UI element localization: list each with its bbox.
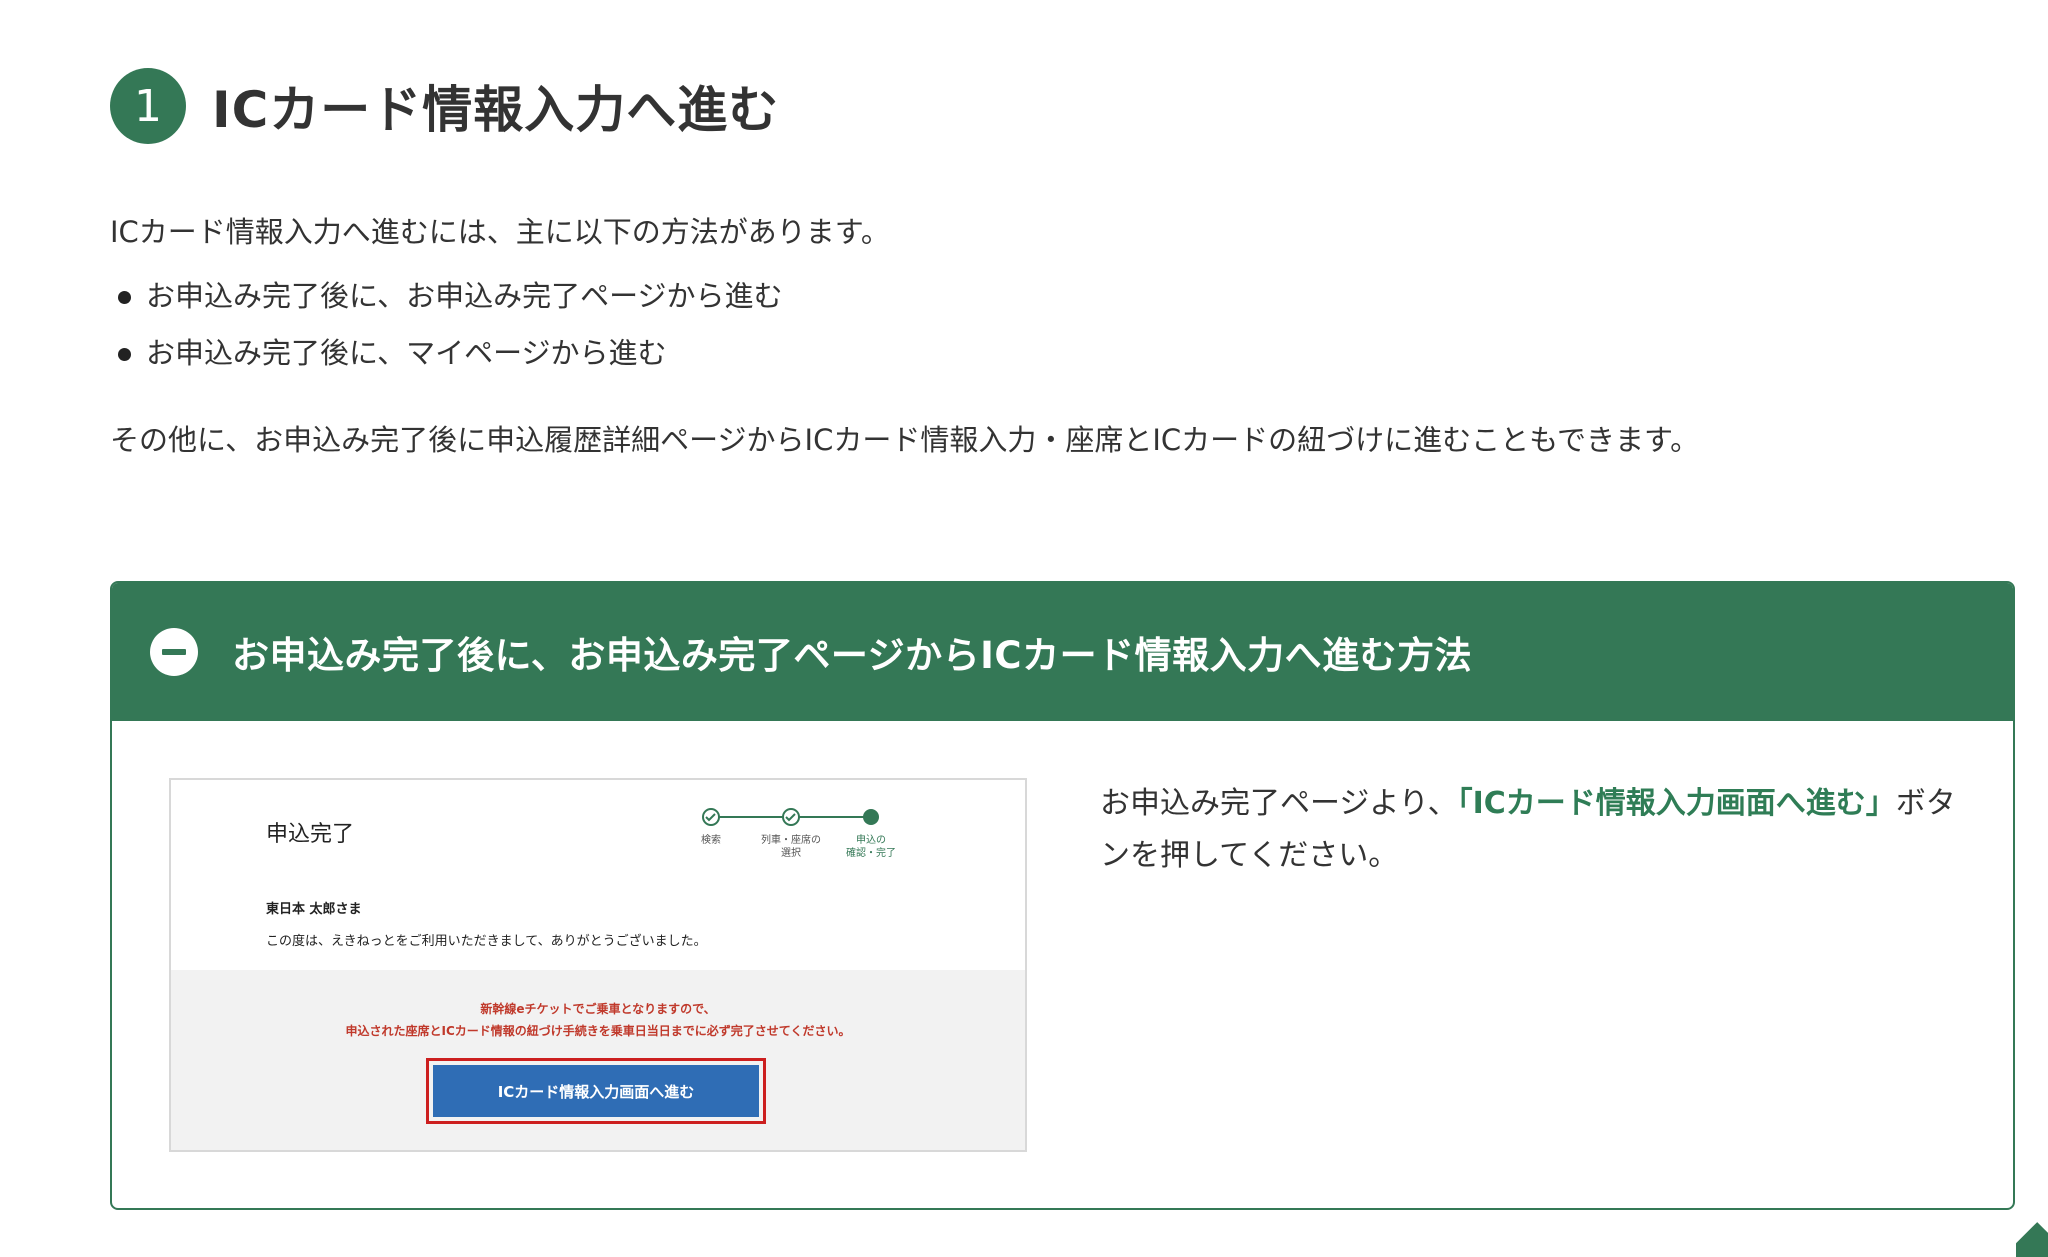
mock-customer-name: 東日本 太郎さま xyxy=(266,902,362,917)
step-label: 検索 xyxy=(701,835,721,846)
intro-text: ICカード情報入力へ進むには、主に以下の方法があります。 xyxy=(110,215,890,249)
mock-page-title: 申込完了 xyxy=(266,822,355,847)
instruction-button-name: 「ICカード情報入力画面へ進む」 xyxy=(1457,786,1896,821)
list-item: お申込み完了後に、マイページから進む xyxy=(118,325,783,382)
bullet-icon xyxy=(118,291,131,304)
methods-list: お申込み完了後に、お申込み完了ページから進む お申込み完了後に、マイページから進… xyxy=(118,268,783,382)
list-item-text: お申込み完了後に、マイページから進む xyxy=(146,336,667,370)
step-number-badge: 1 xyxy=(110,68,186,144)
completion-page-screenshot: 申込完了 検索 列車・座席の 選択 申込の 確認・完了 東日本 太郎さま この度… xyxy=(169,778,1027,1152)
page: 1 ICカード情報入力へ進む ICカード情報入力へ進むには、主に以下の方法があり… xyxy=(0,0,2048,1257)
bullet-icon xyxy=(118,348,131,361)
accordion-panel: お申込み完了後に、お申込み完了ページからICカード情報入力へ進む方法 申込完了 … xyxy=(110,581,2015,1210)
list-item-text: お申込み完了後に、お申込み完了ページから進む xyxy=(146,279,783,313)
step-label: 列車・座席の 選択 xyxy=(761,835,821,859)
minus-icon[interactable] xyxy=(150,628,198,676)
corner-decoration xyxy=(2016,1215,2048,1257)
accordion-title: お申込み完了後に、お申込み完了ページからICカード情報入力へ進む方法 xyxy=(232,634,1473,677)
instruction-text: お申込み完了ページより、「ICカード情報入力画面へ進む」ボタンを押してください。 xyxy=(1100,778,1980,882)
step-heading: 1 ICカード情報入力へ進む xyxy=(110,68,779,144)
list-item: お申込み完了後に、お申込み完了ページから進む xyxy=(118,268,783,325)
mock-notice-line: 申込された座席とICカード情報の紐づけ手続きを乗車日当日までに必ず完了させてくだ… xyxy=(345,1024,851,1038)
mock-notice-line: 新幹線eチケットでご乗車となりますので、 xyxy=(480,1002,716,1016)
other-note: その他に、お申込み完了後に申込履歴詳細ページからICカード情報入力・座席とICカ… xyxy=(110,423,1700,457)
accordion-header[interactable]: お申込み完了後に、お申込み完了ページからICカード情報入力へ進む方法 xyxy=(112,583,2013,721)
mock-notice: 新幹線eチケットでご乗車となりますので、 申込された座席とICカード情報の紐づけ… xyxy=(171,998,1025,1042)
mock-thanks-text: この度は、えきねっとをご利用いただきまして、ありがとうございました。 xyxy=(266,934,707,949)
stepper-graphic xyxy=(702,808,879,826)
step-title: ICカード情報入力へ進む xyxy=(212,81,780,139)
step-current-icon xyxy=(863,809,879,825)
instruction-text-before: お申込み完了ページより、 xyxy=(1100,786,1458,821)
ic-card-input-button[interactable]: ICカード情報入力画面へ進む xyxy=(433,1065,759,1117)
highlight-frame: ICカード情報入力画面へ進む xyxy=(426,1058,766,1124)
step-label: 申込の 確認・完了 xyxy=(846,835,896,859)
progress-stepper: 検索 列車・座席の 選択 申込の 確認・完了 xyxy=(691,804,921,864)
